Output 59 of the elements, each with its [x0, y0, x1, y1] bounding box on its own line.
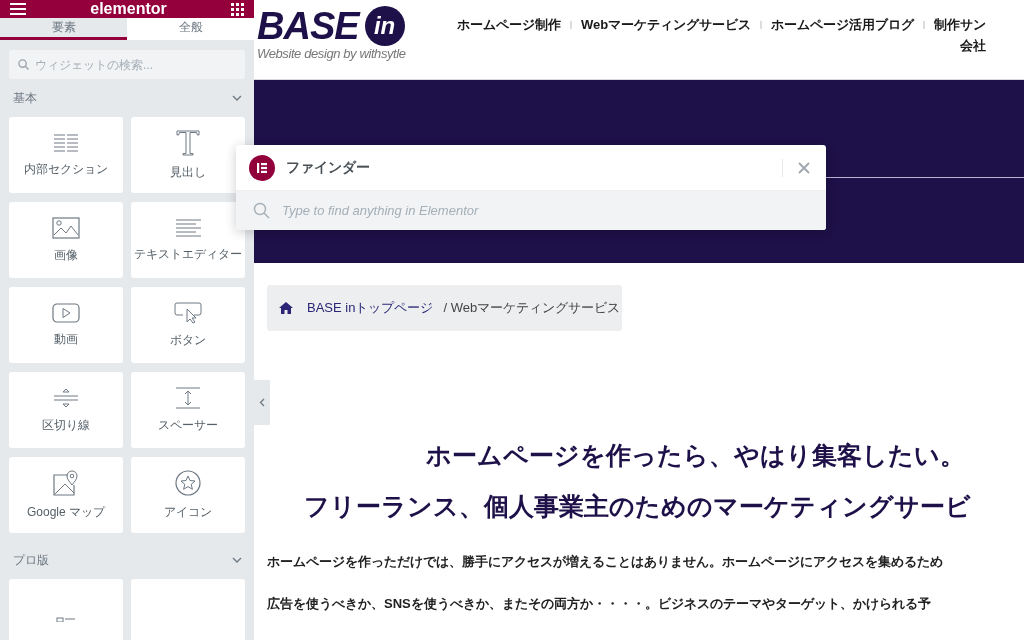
widget-label: アイコン: [164, 503, 212, 521]
widget-label: 内部セクション: [24, 160, 108, 178]
breadcrumb-current: / Webマーケティングサービス: [443, 299, 621, 317]
widget-label: 区切り線: [42, 416, 90, 434]
widget-card[interactable]: 内部セクション: [9, 117, 123, 193]
play-icon: [52, 302, 80, 323]
nav-link[interactable]: Webマーケティングサービス: [581, 16, 752, 34]
body-text: ホームページを作っただけでは、勝手にアクセスが増えることはありません。ホームページにアクセスを集めるため: [267, 553, 944, 571]
text-lines-icon: [175, 217, 201, 238]
map-pin-icon: [53, 469, 79, 496]
home-icon: [279, 302, 293, 314]
nav-link[interactable]: 制作サン: [934, 16, 987, 34]
panel-tab[interactable]: 全般: [127, 18, 254, 40]
image-icon: [52, 216, 80, 239]
widget-label: 動画: [54, 330, 78, 348]
widget-card[interactable]: ボタン: [131, 287, 245, 363]
finder-search-field[interactable]: Type to find anything in Elementor: [236, 191, 826, 230]
breadcrumb-link[interactable]: BASE inトップページ: [307, 299, 434, 317]
widget-card[interactable]: スペーサー: [131, 372, 245, 448]
logo-tagline: Website design by withsytle: [257, 46, 407, 61]
menu-icon[interactable]: [10, 3, 26, 15]
chevron-left-icon: [259, 398, 265, 407]
widget-label: ボタン: [170, 331, 206, 349]
widget-search-field[interactable]: ウィジェットの検索...: [9, 50, 245, 79]
widget-card[interactable]: 区切り線: [9, 372, 123, 448]
site-logo-text[interactable]: BASE: [257, 6, 359, 46]
nav-link[interactable]: ホームページ制作: [457, 16, 561, 34]
section-heading: ホームページを作ったら、やはり集客したい。: [425, 440, 966, 471]
widget-card[interactable]: Google マップ: [9, 457, 123, 533]
chevron-icon[interactable]: [232, 95, 242, 101]
logo-badge: in: [364, 6, 405, 46]
panel-collapse-handle[interactable]: [254, 380, 270, 425]
panel-tab[interactable]: 要素: [0, 18, 127, 40]
body-text: 広告を使うべきか、SNSを使うべきか、またその両方か・・・・。ビジネスのテーマやターゲット、かけられる予: [267, 595, 932, 613]
chevron-icon[interactable]: [232, 557, 242, 563]
elementor-icon: [249, 154, 275, 181]
spacer-icon: [175, 386, 201, 409]
widget-label: 見出し: [170, 163, 206, 181]
finder-title: ファインダー: [286, 158, 371, 177]
widget-label: スペーサー: [158, 416, 218, 434]
widget-card[interactable]: 見出し: [131, 117, 245, 193]
widget-card[interactable]: 動画: [9, 287, 123, 363]
nav-link[interactable]: 会社: [960, 37, 987, 55]
widget-label: 画像: [54, 246, 78, 264]
elementor-logo: elementor: [90, 0, 167, 18]
letter-t-icon: [176, 129, 200, 156]
category-title: 基本: [13, 89, 37, 107]
cursor-button-icon: [174, 301, 202, 324]
widget-label: テキストエディター: [134, 245, 242, 263]
category-title: プロ版: [13, 551, 49, 569]
widget-label: Google マップ: [27, 503, 105, 521]
widget-card[interactable]: 画像: [9, 202, 123, 278]
nav-link[interactable]: ホームページ活用ブログ: [771, 16, 915, 34]
section-heading: フリーランス、個人事業主のためのマーケティングサービ: [303, 491, 972, 522]
widget-card[interactable]: テキストエディター: [131, 202, 245, 278]
columns-icon: [53, 132, 79, 153]
grid-icon[interactable]: [231, 2, 244, 16]
widget-card[interactable]: アイコン: [131, 457, 245, 533]
divider-icon: [53, 386, 79, 409]
